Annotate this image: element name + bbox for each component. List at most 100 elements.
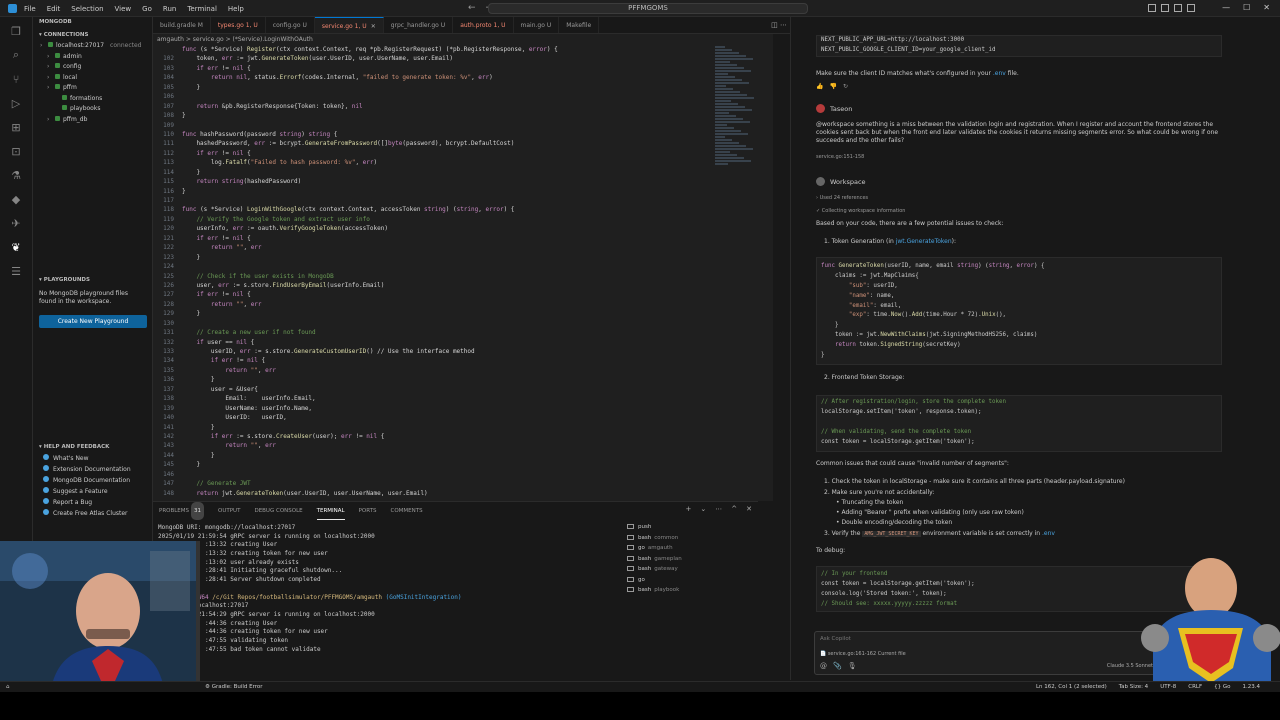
code-line[interactable]: 127 if err != nil { <box>153 290 773 299</box>
tree-item[interactable]: formations <box>33 94 152 105</box>
code-editor[interactable]: func (s *Service) Register(ctx context.C… <box>153 45 773 501</box>
code-line[interactable]: 122 return "", err <box>153 243 773 252</box>
code-line[interactable]: 143 return "", err <box>153 441 773 450</box>
panel-tab-output[interactable]: OUTPUT <box>218 502 240 520</box>
help-item[interactable]: Suggest a Feature <box>33 486 153 497</box>
menu-file[interactable]: File <box>24 5 36 13</box>
close-icon[interactable]: ✕ <box>1263 3 1270 12</box>
menu-help[interactable]: Help <box>228 5 244 13</box>
retry-icon[interactable]: ↻ <box>843 83 848 91</box>
help-item[interactable]: Create Free Atlas Cluster <box>33 508 153 519</box>
tab-makefile[interactable]: Makefile <box>559 17 600 33</box>
menu-view[interactable]: View <box>115 5 132 13</box>
code-line[interactable]: 131 // Create a new user if not found <box>153 328 773 337</box>
remote-icon[interactable]: ⊡ <box>8 143 24 159</box>
menu-selection[interactable]: Selection <box>71 5 103 13</box>
panel-tab-comments[interactable]: COMMENTS <box>391 502 423 520</box>
mongodb-leaf-icon[interactable]: ❦ <box>8 239 24 255</box>
item-1-file-ref[interactable]: jwt.GenerateToken <box>896 238 952 245</box>
code-line[interactable]: 120 userInfo, err := oauth.VerifyGoogleT… <box>153 224 773 233</box>
mic-icon[interactable]: 🎙 <box>848 662 857 670</box>
code-line[interactable]: 107 return &pb.RegisterResponse{Token: t… <box>153 102 773 111</box>
code-line[interactable]: 108} <box>153 111 773 120</box>
code-line[interactable]: 123 } <box>153 253 773 262</box>
tree-item[interactable]: › config <box>33 62 152 73</box>
menu-edit[interactable]: Edit <box>47 5 61 13</box>
customize-layout-icon[interactable] <box>1187 4 1195 12</box>
chat-icon[interactable]: ✈ <box>8 215 24 231</box>
more-icon[interactable]: ⋯ <box>715 505 722 513</box>
help-item[interactable]: Extension Documentation <box>33 464 153 475</box>
code-line[interactable]: 116} <box>153 187 773 196</box>
terminal-dropdown-icon[interactable]: ⌄ <box>700 505 706 513</box>
maximize-panel-icon[interactable]: ^ <box>731 505 737 513</box>
create-playground-button[interactable]: Create New Playground <box>39 315 147 328</box>
mention-icon[interactable]: @ <box>820 662 827 670</box>
help-item[interactable]: What's New <box>33 453 153 464</box>
tree-item[interactable]: › admin <box>33 52 152 63</box>
code-line[interactable]: 106 <box>153 92 773 101</box>
help-item[interactable]: MongoDB Documentation <box>33 475 153 486</box>
code-line[interactable]: 135 return "", err <box>153 366 773 375</box>
source-control-icon[interactable]: ⑂ <box>8 71 24 87</box>
help-header[interactable]: ▾ HELP AND FEEDBACK <box>33 442 153 453</box>
tree-item[interactable]: › pffm_db <box>33 115 152 126</box>
code-line[interactable]: 133 userID, err := s.store.GenerateCusto… <box>153 347 773 356</box>
attach-icon[interactable]: 📎 <box>833 662 842 670</box>
run-debug-icon[interactable]: ▷ <box>8 95 24 111</box>
code-line[interactable]: 141 } <box>153 423 773 432</box>
code-line[interactable]: 111 hashedPassword, err := bcrypt.Genera… <box>153 139 773 148</box>
docker-icon[interactable]: ◆ <box>8 191 24 207</box>
code-line[interactable]: 119 // Verify the Google token and extra… <box>153 215 773 224</box>
code-line[interactable]: 121 if err != nil { <box>153 234 773 243</box>
code-line[interactable]: 130 <box>153 319 773 328</box>
search-icon[interactable]: ⌕ <box>8 47 24 63</box>
more-actions-icon[interactable]: ⋯ <box>780 21 787 29</box>
code-line[interactable]: 148 return jwt.GenerateToken(user.UserID… <box>153 489 773 498</box>
tab-types-go[interactable]: types.go 1, U <box>211 17 266 33</box>
tab-build-gradle[interactable]: build.gradle M <box>153 17 211 33</box>
thumbs-up-icon[interactable]: 👍 <box>816 83 823 91</box>
code-line[interactable]: 102 token, err := jwt.GenerateToken(user… <box>153 54 773 63</box>
terminal-instance[interactable]: go <box>627 575 757 586</box>
minimap[interactable] <box>715 45 760 185</box>
terminal-instance[interactable]: bash gateway <box>627 564 757 575</box>
code-line[interactable]: 115 return string(hashedPassword) <box>153 177 773 186</box>
user-message-ref[interactable]: service.go:151-158 <box>816 153 864 161</box>
code-line[interactable]: 125 // Check if the user exists in Mongo… <box>153 272 773 281</box>
terminal-instance[interactable]: bash common <box>627 533 757 544</box>
close-tab-icon[interactable]: ✕ <box>371 23 376 30</box>
panel-tab-ports[interactable]: PORTS <box>359 502 377 520</box>
code-line[interactable]: 110 func hashPassword(password string) st… <box>153 130 773 139</box>
code-line[interactable]: 124 <box>153 262 773 271</box>
toggle-panel-icon[interactable] <box>1161 4 1169 12</box>
tree-item[interactable]: › pffm <box>33 83 152 94</box>
terminal-instance[interactable]: bash gameplan <box>627 554 757 565</box>
code-line[interactable]: 134 if err != nil { <box>153 356 773 365</box>
explorer-icon[interactable]: ❐ <box>8 23 24 39</box>
menu-go[interactable]: Go <box>142 5 152 13</box>
terminal-output[interactable]: MongoDB URI: mongodb://localhost:27017 20… <box>158 524 618 679</box>
code-line[interactable]: 139 UserName: userInfo.Name, <box>153 404 773 413</box>
code-line[interactable]: 129 } <box>153 309 773 318</box>
menu-run[interactable]: Run <box>163 5 176 13</box>
tab-auth-proto[interactable]: auth.proto 1, U <box>453 17 514 33</box>
back-arrow-icon[interactable]: ← <box>468 3 476 13</box>
tree-item[interactable]: playbooks <box>33 104 152 115</box>
menu-terminal[interactable]: Terminal <box>187 5 217 13</box>
code-line[interactable]: 114 } <box>153 168 773 177</box>
code-line[interactable]: 144 } <box>153 451 773 460</box>
code-line[interactable]: 104 return nil, status.Errorf(codes.Inte… <box>153 73 773 82</box>
code-line[interactable]: 132 if user == nil { <box>153 338 773 347</box>
tab-config-go[interactable]: config.go U <box>266 17 315 33</box>
close-panel-icon[interactable]: ✕ <box>746 505 752 513</box>
used-references[interactable]: › Used 24 references <box>816 194 868 202</box>
tree-item[interactable]: › local <box>33 73 152 84</box>
code-line[interactable]: 140 UserID: userID, <box>153 413 773 422</box>
breadcrumb[interactable]: amgauth > service.go > (*Service).LoginW… <box>153 34 773 45</box>
split-editor-icon[interactable]: ◫ <box>771 21 778 29</box>
code-line[interactable]: 136 } <box>153 375 773 384</box>
code-line[interactable]: 126 user, err := s.store.FindUserByEmail… <box>153 281 773 290</box>
panel-tab-debug-console[interactable]: DEBUG CONSOLE <box>254 502 302 520</box>
playgrounds-header[interactable]: ▾ PLAYGROUNDS <box>33 275 153 286</box>
